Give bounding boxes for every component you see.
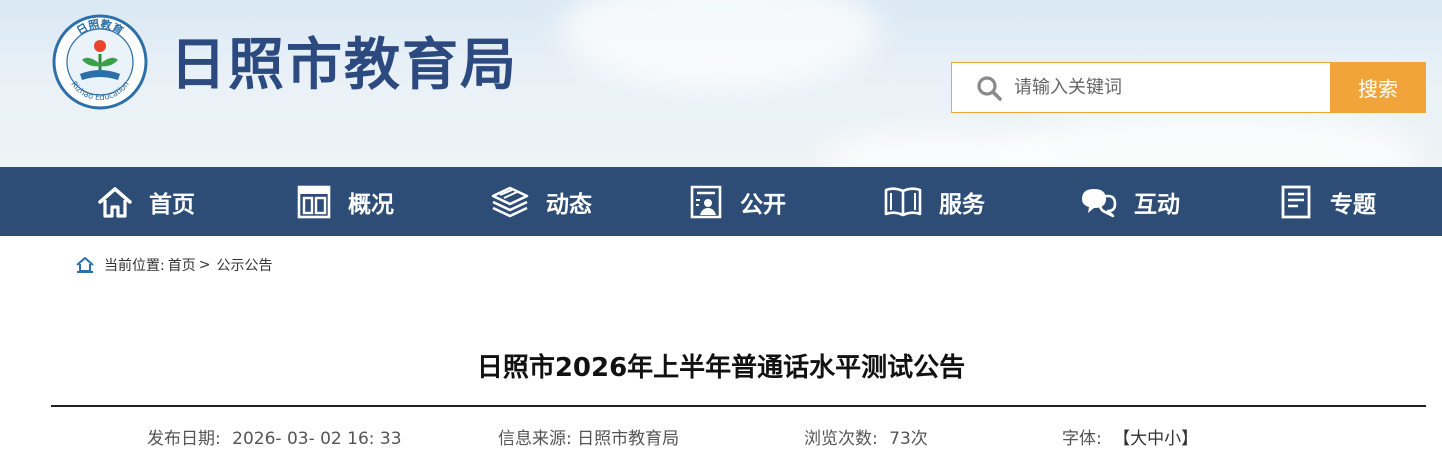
nav-label: 专题 [1330, 191, 1376, 218]
breadcrumb-prefix: 当前位置: [104, 258, 165, 274]
book-icon [884, 186, 922, 216]
disclosure-icon [690, 185, 722, 218]
site-header: 日照教育 Rizhao Education 日照市教育局 搜索 [0, 0, 1442, 167]
search-input[interactable] [1014, 63, 1331, 112]
main-nav: 首页 概况 动态 公开 服务 互动 专题 [0, 167, 1442, 236]
news-stack-icon [491, 186, 529, 217]
font-bracket-close: 】 [1181, 429, 1199, 449]
breadcrumb-home-link[interactable]: 首页 [168, 255, 196, 275]
home-icon [76, 257, 94, 273]
nav-item-news[interactable]: 动态 [490, 167, 592, 236]
home-icon [98, 186, 132, 218]
site-logo[interactable]: 日照教育 Rizhao Education [52, 14, 148, 110]
nav-label: 首页 [149, 191, 195, 218]
site-title[interactable]: 日照市教育局 [170, 30, 518, 102]
search-box [951, 62, 1331, 113]
info-source: 信息来源: 日照市教育局 [498, 427, 679, 451]
views-label: 浏览次数: [804, 429, 878, 449]
publish-date-value: 2026- 03- 02 16: 33 [232, 429, 402, 449]
view-count: 浏览次数: 73次 [804, 427, 928, 451]
chat-bubbles-icon [1082, 188, 1117, 217]
nav-label: 概况 [348, 191, 394, 218]
nav-label: 动态 [546, 191, 592, 218]
nav-item-interaction[interactable]: 互动 [1078, 167, 1180, 236]
breadcrumb: 当前位置: 首页 > 公示公告 [76, 255, 272, 275]
font-small-link[interactable]: 小 [1164, 429, 1181, 449]
nav-item-home[interactable]: 首页 [97, 167, 195, 236]
font-label: 字体: [1062, 429, 1102, 449]
publish-date: 发布日期: 2026- 03- 02 16: 33 [147, 427, 402, 451]
font-size-control: 字体: 【大中小】 [1062, 427, 1198, 451]
nav-item-service[interactable]: 服务 [883, 167, 985, 236]
nav-item-overview[interactable]: 概况 [296, 167, 394, 236]
source-value: 日照市教育局 [577, 429, 680, 449]
search-icon [977, 75, 1002, 101]
font-medium-link[interactable]: 中 [1147, 429, 1164, 449]
header-cloud [1000, 110, 1420, 167]
font-bracket-open: 【 [1113, 429, 1131, 449]
title-divider [51, 405, 1426, 407]
header-cloud [560, 0, 880, 90]
nav-item-disclosure[interactable]: 公开 [688, 167, 786, 236]
publish-date-label: 发布日期: [147, 429, 221, 449]
nav-label: 互动 [1134, 191, 1180, 218]
article-title: 日照市2026年上半年普通话水平测试公告 [476, 353, 966, 383]
source-label: 信息来源: [498, 429, 572, 449]
views-value: 73次 [889, 429, 928, 449]
font-large-link[interactable]: 大 [1130, 429, 1147, 449]
nav-item-topics[interactable]: 专题 [1278, 167, 1376, 236]
nav-label: 公开 [740, 191, 786, 218]
search-button[interactable]: 搜索 [1330, 62, 1426, 113]
overview-icon [297, 185, 331, 218]
nav-label: 服务 [939, 191, 985, 218]
document-icon [1281, 185, 1311, 218]
breadcrumb-current[interactable]: 公示公告 [216, 255, 272, 275]
breadcrumb-separator: > [198, 257, 211, 273]
